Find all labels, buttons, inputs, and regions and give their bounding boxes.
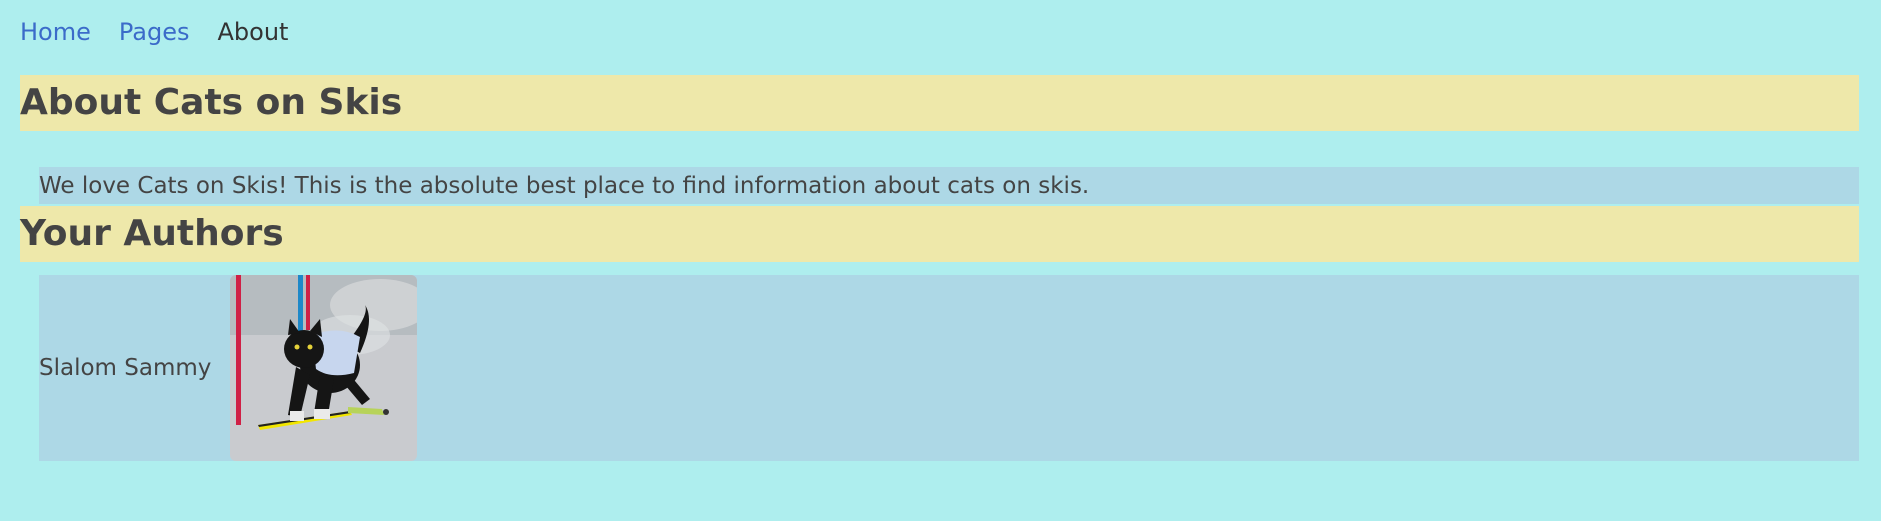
authors-heading: Your Authors: [20, 206, 1859, 262]
authors-heading-text: Your Authors: [20, 213, 284, 254]
about-heading-text: About Cats on Skis: [20, 82, 403, 123]
about-heading: About Cats on Skis: [20, 75, 1859, 131]
nav-link-about[interactable]: About: [217, 14, 288, 50]
author-name: Slalom Sammy: [39, 355, 212, 381]
nav-link-home[interactable]: Home: [20, 14, 91, 50]
authors-list: Slalom Sammy: [39, 275, 1859, 461]
about-intro-text: We love Cats on Skis! This is the absolu…: [39, 167, 1859, 204]
author-photo: [230, 275, 418, 461]
top-navigation: Home Pages About: [20, 14, 316, 50]
nav-link-pages[interactable]: Pages: [119, 14, 190, 50]
